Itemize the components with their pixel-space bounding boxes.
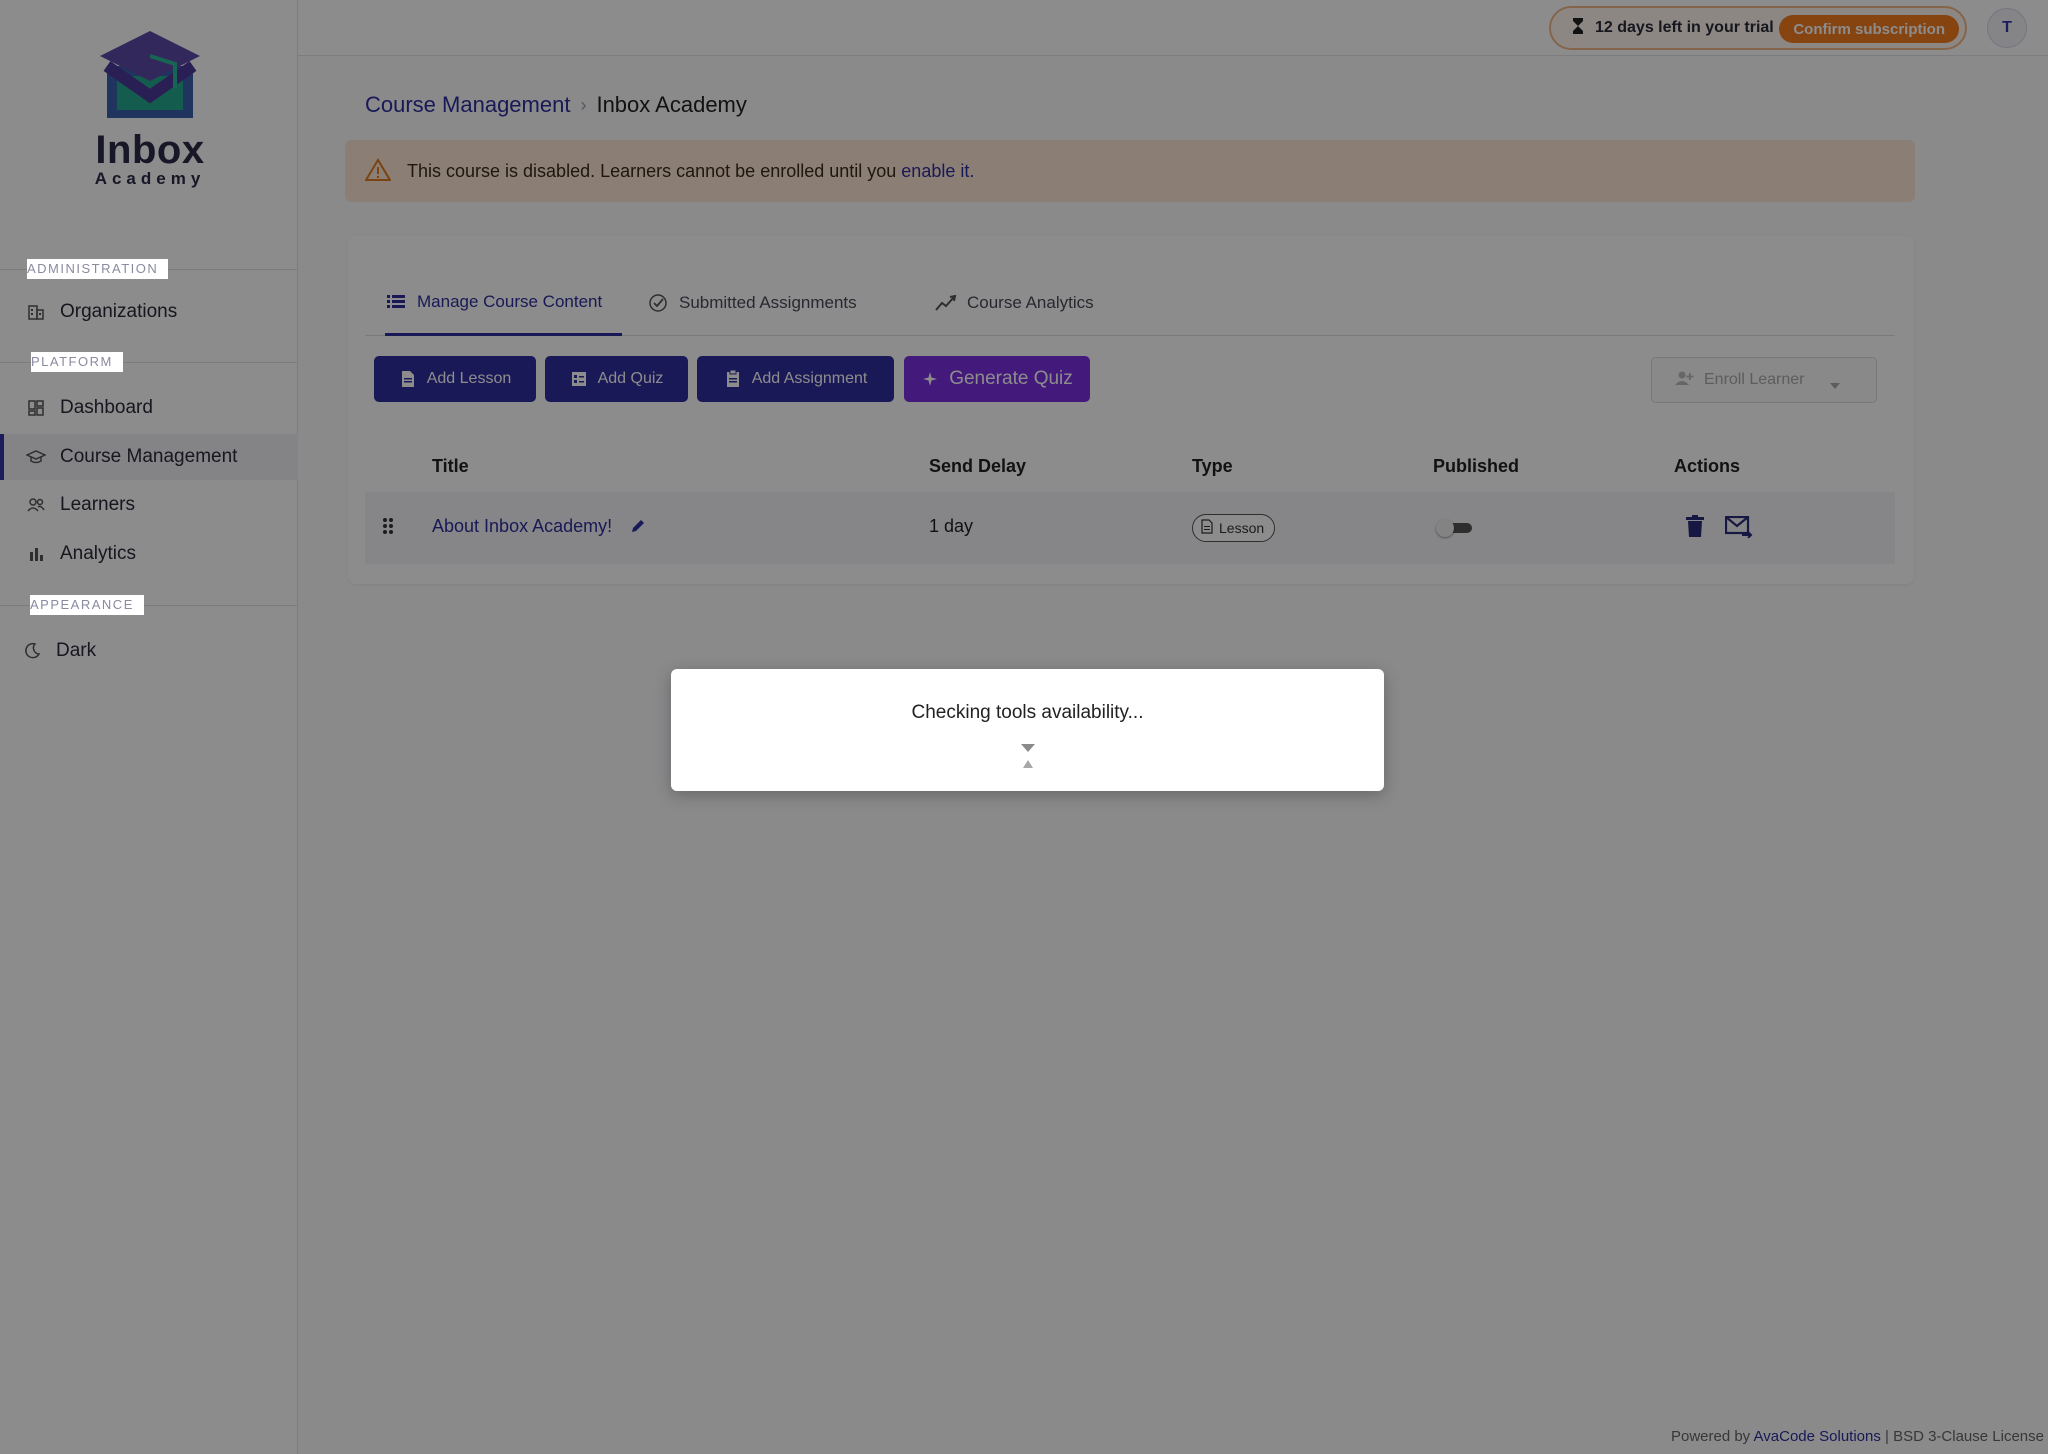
loading-message: Checking tools availability... — [911, 702, 1144, 723]
hourglass-spinner-icon — [1018, 742, 1038, 772]
loading-dialog: Checking tools availability... — [671, 669, 1384, 791]
